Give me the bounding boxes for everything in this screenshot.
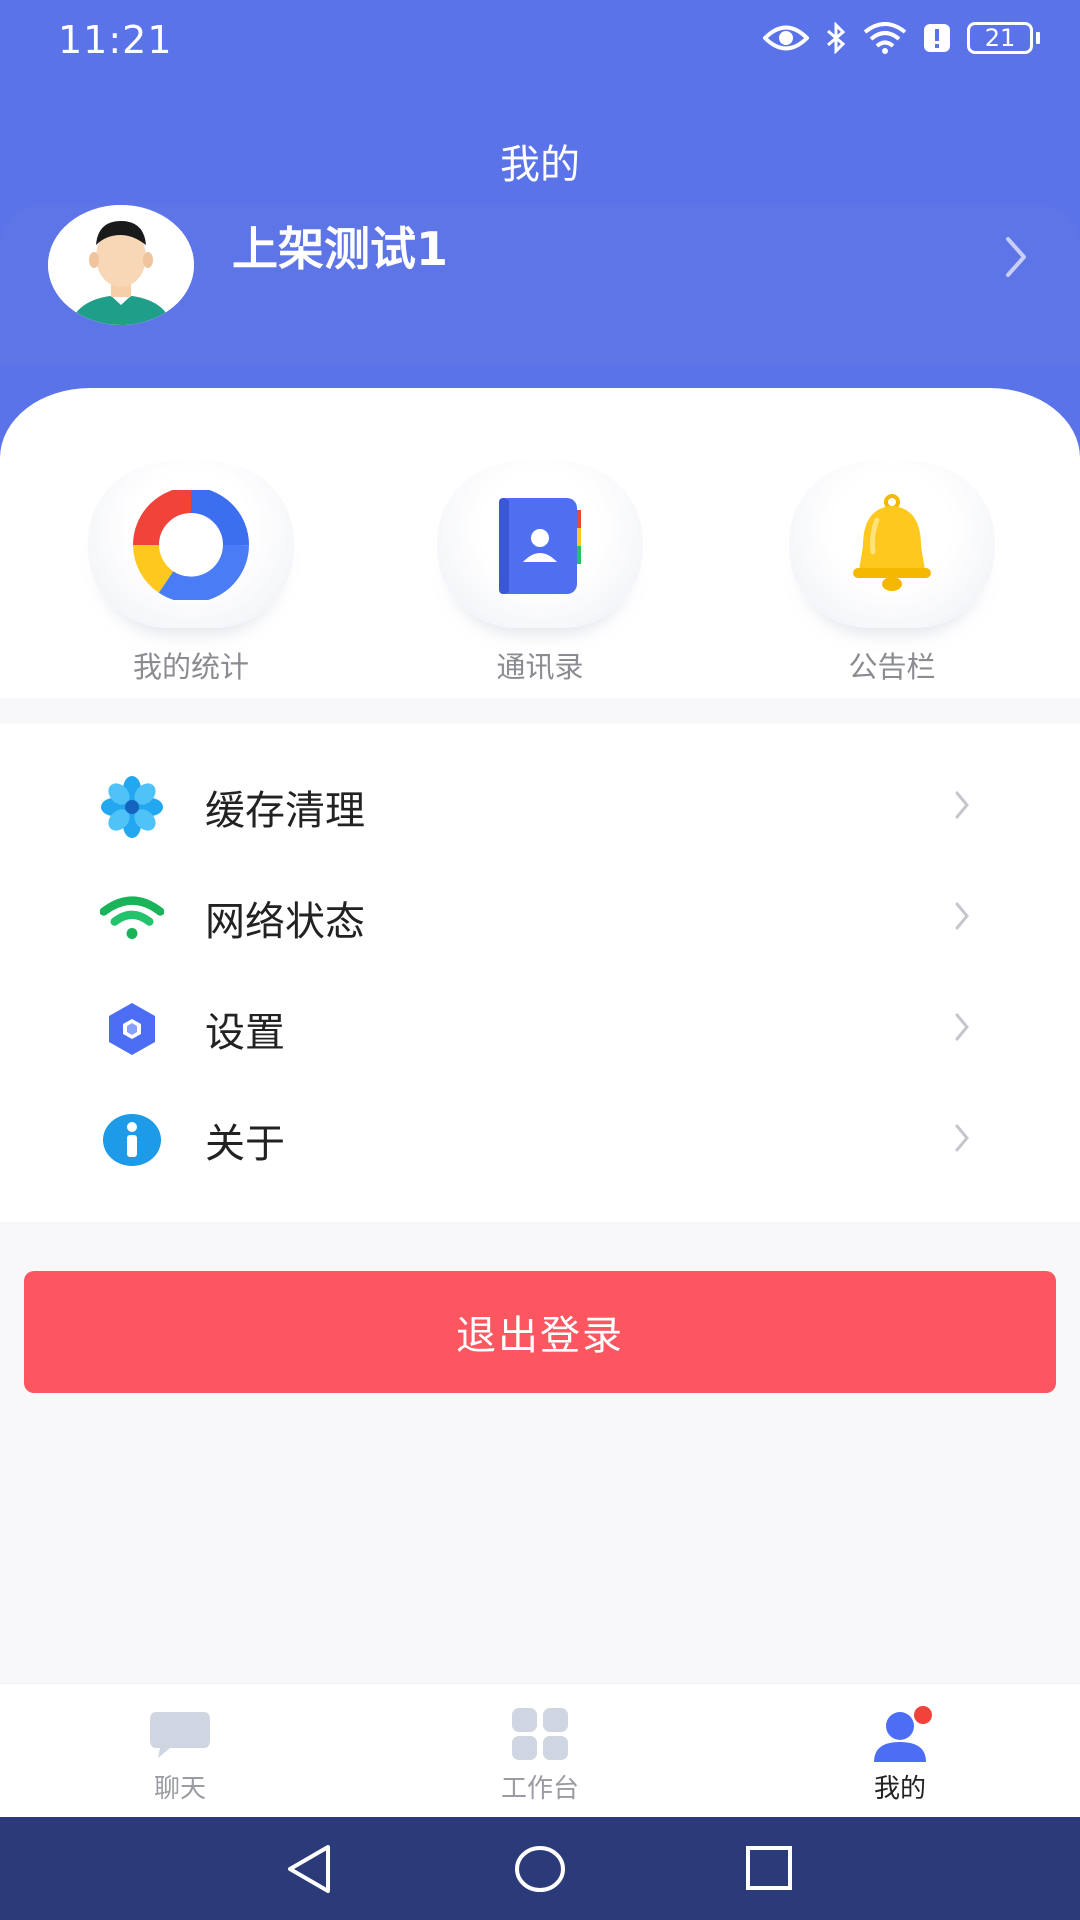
quick-action-bulletin[interactable]: 公告栏 — [787, 462, 997, 686]
menu-item-label: 缓存清理 — [205, 787, 365, 834]
chat-bubble-icon — [148, 1706, 212, 1762]
bluetooth-icon — [825, 22, 847, 54]
system-navigation-bar — [0, 1817, 1080, 1920]
tab-mine[interactable]: 我的 — [800, 1684, 1000, 1818]
tab-label: 我的 — [873, 1774, 926, 1804]
user-name: 上架测试1 — [232, 222, 449, 276]
logout-button[interactable]: 退出登录 — [24, 1271, 1056, 1393]
quick-action-statistics[interactable]: 我的统计 — [86, 462, 296, 686]
menu-item-label: 网络状态 — [205, 898, 365, 945]
profile-card[interactable]: 上架测试1 — [0, 205, 1080, 365]
wifi-signal-icon — [863, 22, 907, 54]
page-title: 我的 — [500, 142, 580, 188]
alert-icon — [923, 23, 951, 53]
grid-icon — [508, 1706, 572, 1762]
info-icon — [100, 1108, 164, 1172]
back-triangle-icon[interactable] — [280, 1841, 340, 1897]
menu-item-about[interactable]: 关于 — [0, 1084, 1080, 1195]
menu-item-label: 关于 — [205, 1120, 285, 1167]
chevron-right-icon — [954, 1012, 970, 1046]
menu-item-label: 设置 — [205, 1009, 285, 1056]
settings-menu: 缓存清理 网络状态 设置 关于 — [0, 724, 1080, 1222]
menu-item-cache-clear[interactable]: 缓存清理 — [0, 751, 1080, 862]
tab-workbench[interactable]: 工作台 — [440, 1684, 640, 1818]
quick-action-label: 公告栏 — [848, 650, 936, 684]
chevron-right-icon — [1004, 235, 1028, 283]
menu-item-settings[interactable]: 设置 — [0, 973, 1080, 1084]
quick-action-label: 我的统计 — [132, 650, 249, 684]
eye-icon — [763, 23, 809, 53]
recents-square-icon[interactable] — [740, 1841, 800, 1897]
chevron-right-icon — [954, 1123, 970, 1157]
chevron-right-icon — [954, 901, 970, 935]
battery-icon: 21 — [967, 22, 1040, 54]
menu-item-network-status[interactable]: 网络状态 — [0, 862, 1080, 973]
home-circle-icon[interactable] — [510, 1841, 570, 1897]
wifi-icon — [100, 886, 164, 950]
quick-action-contacts[interactable]: 通讯录 — [435, 462, 645, 686]
quick-action-label: 通讯录 — [496, 650, 584, 684]
statistics-ring-icon — [88, 462, 294, 628]
bell-icon — [789, 462, 995, 628]
tab-label: 聊天 — [153, 1774, 206, 1804]
status-icons: 21 — [763, 22, 1040, 54]
bottom-tab-bar: 聊天 工作台 我的 — [0, 1683, 1080, 1817]
tab-chat[interactable]: 聊天 — [80, 1684, 280, 1818]
person-icon — [868, 1706, 932, 1762]
status-time: 11:21 — [58, 18, 173, 62]
tab-label: 工作台 — [500, 1774, 579, 1804]
status-bar: 11:21 21 — [0, 0, 1080, 86]
battery-level: 21 — [967, 22, 1033, 54]
avatar — [48, 205, 194, 325]
contacts-book-icon — [437, 462, 643, 628]
quick-actions-panel: 我的统计 通讯录 公告栏 — [0, 388, 1080, 698]
hexagon-settings-icon — [100, 997, 164, 1061]
chevron-right-icon — [954, 790, 970, 824]
flower-icon — [100, 775, 164, 839]
